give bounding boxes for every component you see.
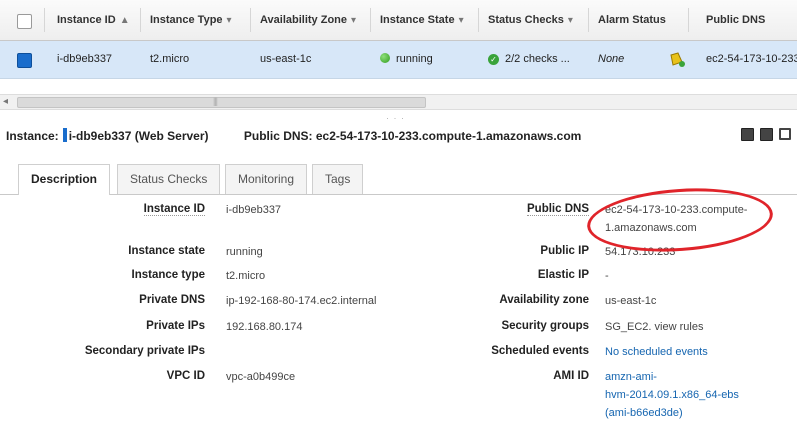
value-instance-id: i-db9eb337 [226,204,282,216]
label-scheduled-events: Scheduled events [491,345,589,357]
label-public-ip: Public IP [540,245,589,257]
instance-row[interactable]: i-db9eb337 t2.micro us-east-1c running ✓… [0,41,797,79]
value-scheduled-events: No scheduled events [605,346,708,358]
column-header-instance-type[interactable]: Instance Type ▾ [150,0,232,40]
column-separator [140,8,141,32]
select-all-checkbox[interactable] [17,14,32,29]
scroll-left-icon[interactable]: ◂ [3,96,8,107]
layout-bottom-panel-icon[interactable] [741,128,754,141]
cell-alarm-status: None [598,53,625,65]
column-header-status-checks[interactable]: Status Checks ▾ [488,0,573,40]
sort-menu-icon: ▾ [458,15,464,26]
scrollbar-thumb[interactable]: ||| [17,96,426,108]
panel-resize-handle[interactable]: · · · [386,113,405,123]
sort-menu-icon: ▾ [351,15,357,26]
view-rules-link[interactable]: view rules [655,321,704,333]
cell-status-checks: ✓ 2/2 checks ... [488,41,570,78]
security-group-link[interactable]: SG_EC2 [605,321,648,333]
cell-public-dns: ec2-54-173-10-233 [706,53,797,65]
sort-ascending-icon: ▲ [119,15,130,26]
column-header-instance-id[interactable]: Instance ID ▲ [57,0,130,40]
column-separator [478,8,479,32]
layout-split-panel-icon[interactable] [760,128,773,141]
cell-instance-id: i-db9eb337 [57,53,113,65]
sort-menu-icon: ▾ [567,15,573,26]
label-instance-id: Instance ID [143,203,205,216]
label-secondary-private-ips: Secondary private IPs [84,345,205,357]
column-header-alarm-status[interactable]: Alarm Status [598,0,666,40]
label-public-dns: Public DNS [527,203,589,216]
label-private-ips: Private IPs [146,320,205,332]
tab-description[interactable]: Description [18,164,111,195]
grip-icon: ||| [213,96,218,106]
column-separator [688,8,689,32]
value-instance-type: t2.micro [226,270,266,282]
value-security-groups: SG_EC2. view rules [605,321,704,333]
column-separator [250,8,251,32]
cell-instance-state: running [380,41,433,78]
value-vpc-id[interactable]: vpc-a0b499ce [226,371,295,383]
column-separator [588,8,589,32]
column-header-availability-zone[interactable]: Availability Zone ▾ [260,0,356,40]
value-private-dns: ip-192-168-80-174.ec2.internal [226,295,377,307]
horizontal-scrollbar[interactable]: ◂ ||| [0,94,797,110]
tab-status-checks[interactable]: Status Checks [117,164,221,194]
cell-availability-zone: us-east-1c [260,53,312,65]
instance-table-header: Instance ID ▲ Instance Type ▾ Availability… [0,0,797,41]
label-private-dns: Private DNS [139,294,205,306]
value-private-ips: 192.168.80.174 [226,321,303,333]
tab-monitoring[interactable]: Monitoring [225,164,308,194]
label-elastic-ip: Elastic IP [537,269,589,281]
green-check-icon: ✓ [488,54,499,65]
label-availability-zone: Availability zone [499,294,589,306]
value-availability-zone: us-east-1c [605,295,657,307]
column-header-public-dns[interactable]: Public DNS [706,0,765,40]
instance-detail-header: Instance: i-db9eb337 (Web Server) Public … [6,128,582,143]
layout-full-panel-icon[interactable] [779,128,791,140]
cell-instance-type: t2.micro [150,53,190,65]
label-security-groups: Security groups [501,320,589,332]
selection-marker [62,128,67,142]
label-instance-type: Instance type [131,269,206,281]
column-separator [44,8,45,32]
sort-menu-icon: ▾ [226,15,232,26]
row-checkbox[interactable] [17,53,32,68]
green-dot-icon [380,53,390,63]
tab-tags[interactable]: Tags [312,164,364,194]
value-ami-id-line-1[interactable]: amzn-ami- [605,371,657,383]
alarm-bell-icon[interactable] [668,51,686,68]
column-separator [370,8,371,32]
value-elastic-ip: - [605,270,609,282]
column-header-instance-state[interactable]: Instance State ▾ [380,0,464,40]
value-ami-id-line-2[interactable]: hvm-2014.09.1.x86_64-ebs [605,389,739,401]
label-instance-state: Instance state [128,245,205,257]
label-ami-id: AMI ID [553,370,589,382]
value-instance-state: running [226,246,263,258]
label-vpc-id: VPC ID [166,370,205,382]
value-ami-id-line-3[interactable]: (ami-b66ed3de) [605,407,683,419]
